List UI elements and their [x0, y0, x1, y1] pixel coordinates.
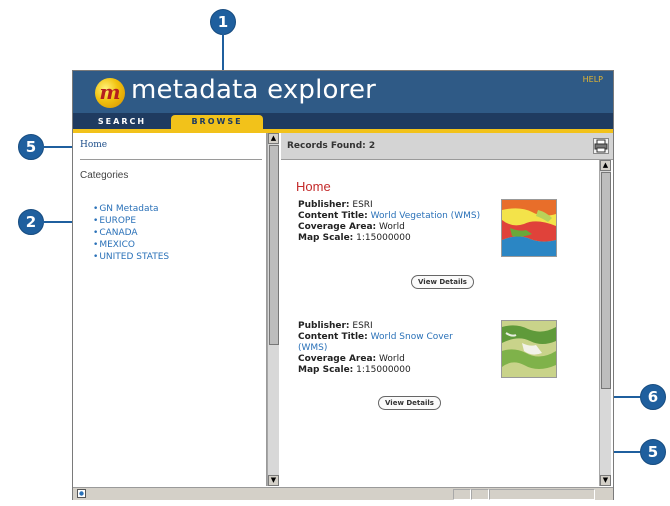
- publisher-label: Publisher:: [298, 200, 350, 210]
- app-window: m metadata explorer HELP SEARCH BROWSE H…: [72, 70, 614, 500]
- callout-5-top: 5: [18, 134, 44, 160]
- map-scale-value: 1:15000000: [356, 233, 411, 243]
- view-details-button[interactable]: View Details: [411, 275, 474, 289]
- view-details-button[interactable]: View Details: [378, 396, 441, 410]
- results-heading: Home: [296, 179, 331, 194]
- app-title: metadata explorer: [131, 75, 377, 105]
- tab-search[interactable]: SEARCH: [77, 115, 167, 129]
- record-card: Publisher: ESRI Content Title: World Veg…: [298, 200, 498, 244]
- left-scroll-thumb[interactable]: [269, 145, 279, 345]
- category-canada[interactable]: CANADA: [93, 227, 169, 239]
- category-list: GN Metadata EUROPE CANADA MEXICO UNITED …: [93, 203, 169, 263]
- help-link[interactable]: HELP: [583, 75, 603, 84]
- content-title-label: Content Title:: [298, 332, 368, 342]
- app-header: m metadata explorer HELP: [73, 71, 613, 113]
- callout-6: 6: [640, 384, 666, 410]
- status-cell: [471, 489, 489, 500]
- publisher-value: ESRI: [352, 200, 373, 210]
- tab-browse[interactable]: BROWSE: [171, 115, 263, 129]
- map-scale-label: Map Scale:: [298, 233, 354, 243]
- left-scrollbar[interactable]: ▲ ▼: [267, 133, 279, 486]
- category-europe[interactable]: EUROPE: [93, 215, 169, 227]
- status-cell: [453, 489, 471, 500]
- category-united-states[interactable]: UNITED STATES: [93, 251, 169, 263]
- records-found: Records Found: 2: [287, 141, 376, 151]
- map-scale-label: Map Scale:: [298, 365, 354, 375]
- results-panel: Records Found: 2 Home Publisher: ESRI Co…: [281, 133, 613, 486]
- content-title-link[interactable]: World Vegetation (WMS): [371, 211, 480, 221]
- publisher-value: ESRI: [352, 321, 373, 331]
- content-title-label: Content Title:: [298, 211, 368, 221]
- category-mexico[interactable]: MEXICO: [93, 239, 169, 251]
- coverage-area-value: World: [379, 222, 405, 232]
- printer-icon: [594, 139, 608, 153]
- scroll-up-icon[interactable]: ▲: [268, 133, 279, 144]
- scroll-down-icon[interactable]: ▼: [600, 475, 611, 486]
- category-panel: Home Categories GN Metadata EUROPE CANAD…: [76, 133, 267, 486]
- callout-5-bottom: 5: [640, 439, 666, 465]
- callout-1: 1: [210, 9, 236, 35]
- record-card: Publisher: ESRI Content Title: World Sno…: [298, 321, 498, 376]
- status-bar: [73, 487, 613, 500]
- scroll-down-icon[interactable]: ▼: [268, 475, 279, 486]
- ie-page-icon: [77, 489, 86, 498]
- categories-heading: Categories: [80, 170, 129, 181]
- records-bar: Records Found: 2: [281, 133, 613, 160]
- print-button[interactable]: [593, 138, 609, 154]
- map-scale-value: 1:15000000: [356, 365, 411, 375]
- coverage-area-value: World: [379, 354, 405, 364]
- coverage-area-label: Coverage Area:: [298, 354, 377, 364]
- publisher-label: Publisher:: [298, 321, 350, 331]
- right-scrollbar[interactable]: ▲ ▼: [599, 160, 611, 486]
- logo-letter: m: [99, 80, 121, 104]
- coverage-area-label: Coverage Area:: [298, 222, 377, 232]
- callout-2: 2: [18, 209, 44, 235]
- tab-bar: SEARCH BROWSE: [73, 113, 613, 133]
- snow-cover-thumbnail[interactable]: [501, 320, 557, 378]
- category-gn-metadata[interactable]: GN Metadata: [93, 203, 169, 215]
- logo-ball-icon: m: [95, 78, 125, 108]
- home-link[interactable]: Home: [80, 140, 107, 150]
- right-scroll-thumb[interactable]: [601, 172, 611, 389]
- scroll-up-icon[interactable]: ▲: [600, 160, 611, 171]
- divider: [80, 159, 262, 160]
- vegetation-thumbnail[interactable]: [501, 199, 557, 257]
- status-cell: [489, 489, 595, 500]
